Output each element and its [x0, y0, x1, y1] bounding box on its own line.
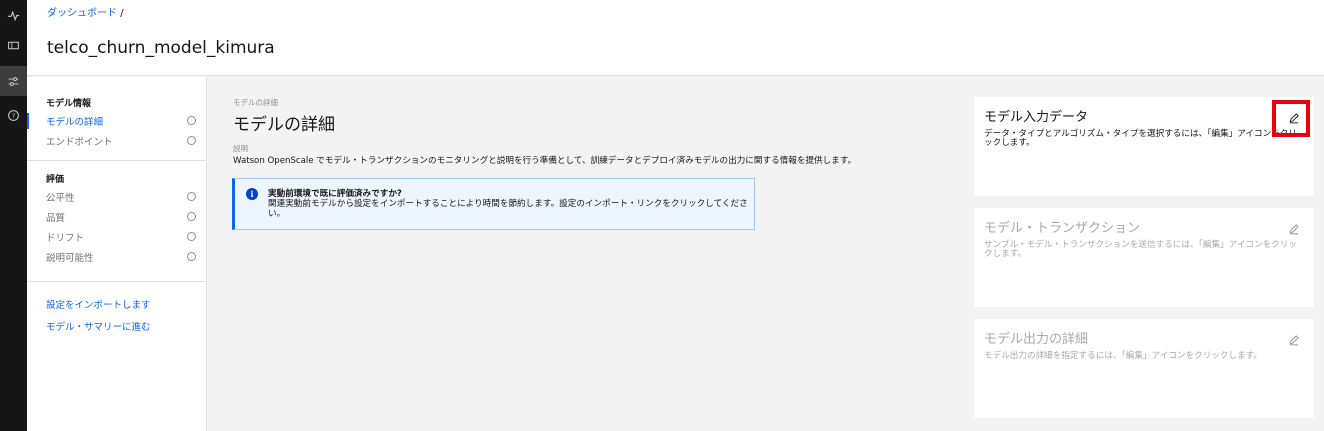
section-title: モデルの詳細: [233, 115, 335, 135]
notification-title: 実動前環境で既に評価済みですか?: [268, 189, 402, 199]
left-nav-panel: モデル情報 モデルの詳細 エンドポイント 評価 公平性 品質 ドリフト 説明可能…: [27, 77, 207, 431]
info-icon: i: [246, 188, 258, 200]
go-to-model-summary-link[interactable]: モデル・サマリーに進む: [46, 319, 151, 333]
nav-item-label: 説明可能性: [46, 253, 94, 264]
nav-item-endpoint[interactable]: エンドポイント: [27, 133, 207, 149]
left-rail: ?: [0, 0, 27, 431]
import-settings-link[interactable]: 設定をインポートします: [46, 297, 151, 311]
activity-icon[interactable]: [0, 0, 27, 30]
nav-item-label: 品質: [46, 213, 66, 224]
edit-icon[interactable]: [1288, 223, 1300, 235]
status-circle-icon: [187, 252, 196, 261]
nav-divider: [27, 281, 207, 282]
nav-item-quality[interactable]: 品質: [27, 209, 207, 225]
description-label: 説明: [233, 144, 248, 153]
breadcrumb-dashboard-link[interactable]: ダッシュボード: [47, 8, 117, 19]
nav-item-explainability[interactable]: 説明可能性: [27, 249, 207, 265]
card-title: モデル出力の詳細: [984, 332, 1089, 347]
nav-item-label: エンドポイント: [46, 137, 113, 148]
breadcrumb-separator: /: [120, 8, 124, 19]
nav-divider: [27, 160, 207, 161]
highlight-box: [1272, 100, 1310, 137]
notification-body: 関連実動前モデルから設定をインポートすることにより時間を節約します。設定のインポ…: [268, 199, 748, 219]
status-circle-icon: [187, 232, 196, 241]
card-model-input-data: モデル入力データ データ・タイプとアルゴリズム・タイプを選択するには、「編集」ア…: [974, 97, 1314, 196]
card-title: モデル・トランザクション: [984, 221, 1141, 236]
status-circle-icon: [187, 116, 196, 125]
info-notification: i 実動前環境で既に評価済みですか? 関連実動前モデルから設定をインポートするこ…: [232, 178, 755, 230]
page-title: telco_churn_model_kimura: [47, 38, 275, 58]
card-description: サンプル・モデル・トランザクションを送信するには、「編集」アイコンをクリックしま…: [984, 240, 1297, 259]
help-icon[interactable]: ?: [0, 100, 27, 130]
ticket-icon[interactable]: [0, 30, 27, 60]
card-description: モデル出力の詳細を指定するには、「編集」アイコンをクリックします。: [984, 351, 1263, 361]
nav-item-model-details[interactable]: モデルの詳細: [27, 113, 207, 129]
svg-text:?: ?: [12, 111, 15, 119]
nav-item-label: 公平性: [46, 193, 75, 204]
card-title: モデル入力データ: [984, 110, 1089, 125]
nav-section-model-info: モデル情報: [46, 99, 92, 109]
settings-adjust-icon[interactable]: [0, 66, 27, 96]
page-header: ダッシュボード / telco_churn_model_kimura: [27, 0, 1324, 76]
nav-item-label: モデルの詳細: [46, 117, 104, 128]
nav-item-drift[interactable]: ドリフト: [27, 229, 207, 245]
breadcrumb: ダッシュボード /: [47, 4, 124, 19]
section-eyebrow: モデルの詳細: [233, 98, 278, 107]
card-model-output-details: モデル出力の詳細 モデル出力の詳細を指定するには、「編集」アイコンをクリックしま…: [974, 319, 1314, 418]
nav-item-fairness[interactable]: 公平性: [27, 189, 207, 205]
nav-item-label: ドリフト: [46, 233, 85, 244]
status-circle-icon: [187, 136, 196, 145]
card-model-transactions: モデル・トランザクション サンプル・モデル・トランザクションを送信するには、「編…: [974, 208, 1314, 307]
edit-icon[interactable]: [1288, 334, 1300, 346]
description-text: Watson OpenScale でモデル・トランザクションのモニタリングと説明…: [233, 156, 857, 166]
status-circle-icon: [187, 192, 196, 201]
status-circle-icon: [187, 212, 196, 221]
card-description: データ・タイプとアルゴリズム・タイプを選択するには、「編集」アイコンをクリックし…: [984, 129, 1297, 148]
nav-section-evaluation: 評価: [46, 175, 65, 185]
